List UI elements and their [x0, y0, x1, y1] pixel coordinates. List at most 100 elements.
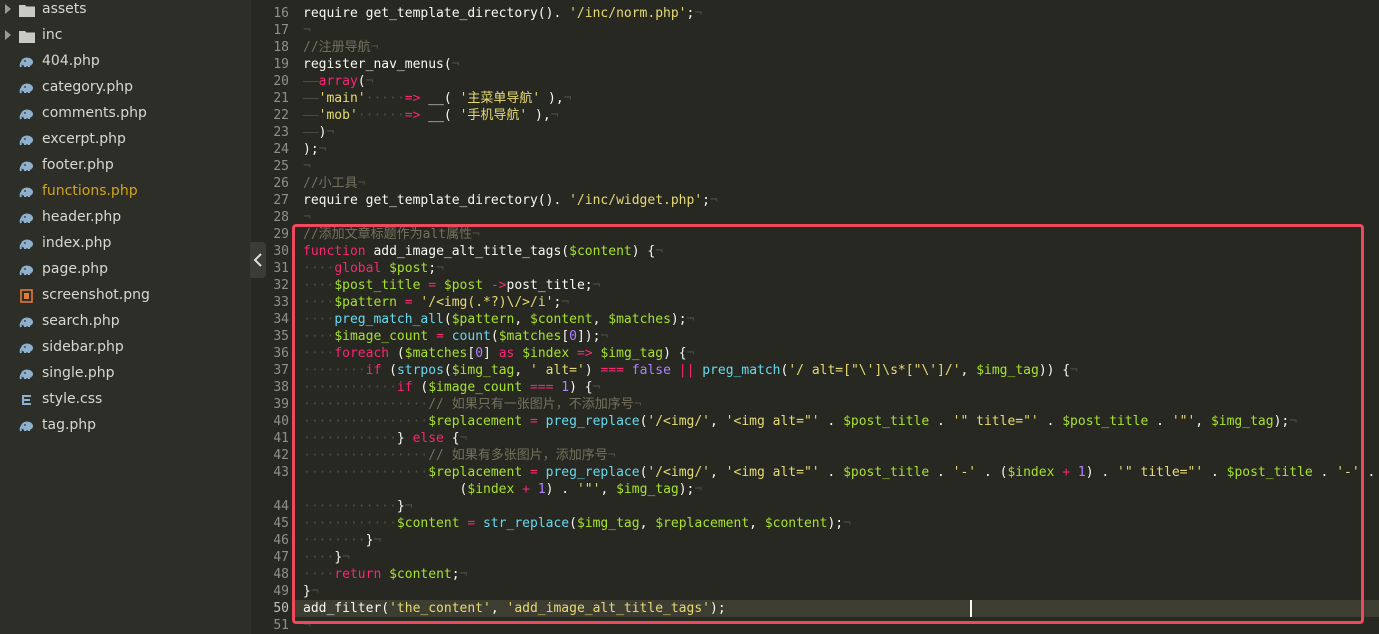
- code-line[interactable]: ············}¬: [303, 498, 413, 515]
- code-line[interactable]: function add_image_alt_title_tags($conte…: [303, 243, 663, 260]
- code-line[interactable]: );¬: [303, 141, 326, 158]
- code-line[interactable]: register_nav_menus(¬: [303, 56, 460, 73]
- file-item-label: functions.php: [42, 183, 138, 199]
- code-line[interactable]: ¬: [303, 209, 311, 226]
- code-line[interactable]: ····preg_match_all($pattern, $content, $…: [303, 311, 694, 328]
- code-line[interactable]: ················// 如果有多张图片，添加序号¬: [303, 447, 616, 464]
- code-line[interactable]: ——array(¬: [303, 73, 373, 90]
- line-number: 44: [273, 499, 289, 514]
- file-item-page-php[interactable]: page.php: [0, 258, 251, 284]
- file-item-single-php[interactable]: single.php: [0, 362, 251, 388]
- file-item-screenshot-png[interactable]: screenshot.png: [0, 284, 251, 310]
- file-item-assets[interactable]: assets: [0, 0, 251, 24]
- code-line[interactable]: //注册导航¬: [303, 39, 378, 56]
- code-line[interactable]: add_filter('the_content', 'add_image_alt…: [303, 600, 726, 617]
- code-line[interactable]: ········if (strpos($img_tag, ' alt=') ==…: [303, 362, 1078, 379]
- line-number: 17: [273, 23, 289, 38]
- php-elephant-icon: [19, 185, 35, 199]
- line-number: 48: [273, 567, 289, 582]
- file-item-sidebar-php[interactable]: sidebar.php: [0, 336, 251, 362]
- line-number-gutter: 16 17 18 19 20 21 22 23 24 25 26 27 28 29 30 31 32 33 34 35…: [251, 0, 293, 634]
- code-line[interactable]: ················// 如果只有一张图片，不添加序号¬: [303, 396, 642, 413]
- file-tree-sidebar: assets inc 404.php category.php comments.php…: [0, 0, 251, 634]
- php-elephant-icon: [19, 211, 35, 225]
- code-line[interactable]: ····global $post;¬: [303, 260, 444, 277]
- line-number: 24: [273, 142, 289, 157]
- file-item-label: sidebar.php: [42, 339, 124, 355]
- file-item-comments-php[interactable]: comments.php: [0, 102, 251, 128]
- php-elephant-icon: [19, 263, 35, 277]
- code-line[interactable]: ············if ($image_count === 1) {¬: [303, 379, 600, 396]
- code-line[interactable]: //小工具¬: [303, 175, 365, 192]
- code-line[interactable]: ($index + 1) . '"', $img_tag);¬: [303, 481, 703, 498]
- line-number: 23: [273, 125, 289, 140]
- expand-arrow-icon[interactable]: [5, 4, 11, 14]
- code-line[interactable]: ····foreach ($matches[0] as $index => $i…: [303, 345, 694, 362]
- code-line[interactable]: ················$replacement = preg_repl…: [303, 413, 1297, 430]
- file-item-index-php[interactable]: index.php: [0, 232, 251, 258]
- line-number: 20: [273, 74, 289, 89]
- code-line[interactable]: ············$content = str_replace($img_…: [303, 515, 851, 532]
- expand-arrow-icon[interactable]: [5, 30, 11, 40]
- line-number: 49: [273, 584, 289, 599]
- code-line[interactable]: ········}¬: [303, 532, 381, 549]
- code-line[interactable]: ¬: [303, 617, 311, 634]
- file-item-tag-php[interactable]: tag.php: [0, 414, 251, 440]
- php-elephant-icon: [19, 55, 35, 69]
- line-number: 45: [273, 516, 289, 531]
- line-number: 21: [273, 91, 289, 106]
- code-line[interactable]: }¬: [303, 583, 319, 600]
- line-number: 28: [273, 210, 289, 225]
- file-item-label: header.php: [42, 209, 122, 225]
- file-item-header-php[interactable]: header.php: [0, 206, 251, 232]
- code-line[interactable]: ——'main'·····=> __( '主菜单导航' ),¬: [303, 90, 572, 107]
- code-line[interactable]: //添加文章标题作为alt属性¬: [303, 226, 480, 243]
- file-item-style-css[interactable]: style.css: [0, 388, 251, 414]
- line-number: 46: [273, 533, 289, 548]
- file-item-category-php[interactable]: category.php: [0, 76, 251, 102]
- code-line[interactable]: ¬: [303, 158, 311, 175]
- line-number: [251, 481, 289, 498]
- code-line[interactable]: ····$post_title = $post ->post_title;¬: [303, 277, 600, 294]
- file-item-label: single.php: [42, 365, 115, 381]
- line-number: 32: [273, 278, 289, 293]
- code-line[interactable]: ····}¬: [303, 549, 350, 566]
- file-item-functions-php[interactable]: functions.php: [0, 180, 251, 206]
- code-line[interactable]: ¬: [303, 22, 311, 39]
- line-number: 34: [273, 312, 289, 327]
- file-item-inc[interactable]: inc: [0, 24, 251, 50]
- code-line[interactable]: ····$image_count = count($matches[0]);¬: [303, 328, 608, 345]
- file-item-label: style.css: [42, 391, 103, 407]
- file-item-label: 404.php: [42, 53, 100, 69]
- code-line[interactable]: require get_template_directory(). '/inc/…: [303, 5, 702, 22]
- file-item-label: search.php: [42, 313, 120, 329]
- file-item-label: tag.php: [42, 417, 97, 433]
- line-number: 41: [273, 431, 289, 446]
- file-item-search-php[interactable]: search.php: [0, 310, 251, 336]
- file-item-excerpt-php[interactable]: excerpt.php: [0, 128, 251, 154]
- line-number: 26: [273, 176, 289, 191]
- line-number: 38: [273, 380, 289, 395]
- line-number: 40: [273, 414, 289, 429]
- code-line[interactable]: require get_template_directory(). '/inc/…: [303, 192, 718, 209]
- code-line[interactable]: ——)¬: [303, 124, 334, 141]
- code-line[interactable]: ············} else {¬: [303, 430, 467, 447]
- code-line[interactable]: ····return $content;¬: [303, 566, 467, 583]
- folder-icon: [19, 29, 35, 43]
- code-line[interactable]: ················$replacement = preg_repl…: [303, 464, 1375, 481]
- line-number: 37: [273, 363, 289, 378]
- folder-icon: [19, 3, 35, 17]
- line-number: 36: [273, 346, 289, 361]
- code-line[interactable]: ····$pattern = '/<img(.*?)\/>/i';¬: [303, 294, 569, 311]
- file-item-label: footer.php: [42, 157, 114, 173]
- line-number: 33: [273, 295, 289, 310]
- code-editor[interactable]: 16 17 18 19 20 21 22 23 24 25 26 27 28 29 30 31 32 33 34 35…: [251, 0, 1379, 634]
- line-number: 39: [273, 397, 289, 412]
- php-elephant-icon: [19, 133, 35, 147]
- code-line[interactable]: ——'mob'······=> __( '手机导航' ),¬: [303, 107, 559, 124]
- php-elephant-icon: [19, 159, 35, 173]
- php-elephant-icon: [19, 237, 35, 251]
- collapse-sidebar-button[interactable]: [250, 242, 266, 278]
- file-item-404-php[interactable]: 404.php: [0, 50, 251, 76]
- file-item-footer-php[interactable]: footer.php: [0, 154, 251, 180]
